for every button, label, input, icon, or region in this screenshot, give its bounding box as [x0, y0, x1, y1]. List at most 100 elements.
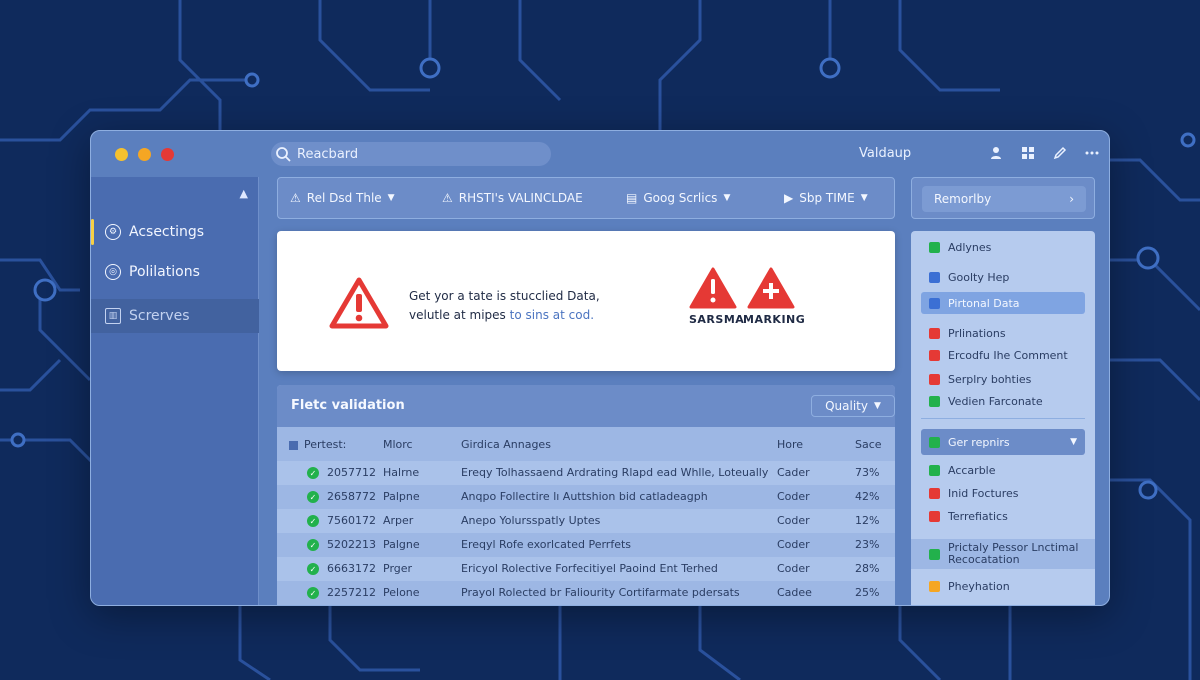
right-item-label: Adlynes [948, 240, 992, 254]
chevron-down-icon: ▼ [387, 193, 395, 203]
window-controls [115, 148, 174, 161]
right-item-label: Pirtonal Data [948, 296, 1020, 310]
table-row[interactable]: ✓ 2257212 Pelone Prayol Rolected br Faliour… [277, 581, 895, 605]
table-row[interactable]: ✓ 2057712 Halrne Ereqy Tolhassaend Ardratin… [277, 461, 895, 485]
chevron-right-icon: › [1069, 192, 1074, 206]
status-square-icon [929, 349, 940, 361]
right-item-label: Goolty Hep [948, 270, 1010, 284]
chevron-down-icon: ▼ [860, 193, 868, 203]
row-name: Prger [383, 562, 413, 575]
right-list-item[interactable]: Pheyhation [921, 575, 1085, 597]
right-group-item[interactable]: Accarble [921, 459, 1085, 481]
right-block-item[interactable]: Prictaly Pessor Lnctimal Recocatation [911, 539, 1095, 569]
right-list-item[interactable]: Vedien Farconate [921, 390, 1085, 412]
warning-label-marking: MARKING [743, 313, 806, 326]
row-score: 12% [855, 514, 880, 527]
alert-card: Get yor a tate is stucclied Data, velutl… [277, 231, 895, 371]
row-type: Cader [777, 466, 810, 479]
right-list-item[interactable]: Adlynes [921, 236, 1085, 258]
sidebar-item-label: Acsectings [129, 224, 205, 240]
column-header[interactable]: Hore [777, 438, 803, 451]
right-item-label: Inid Foctures [948, 486, 1019, 500]
more-icon[interactable] [1083, 144, 1101, 162]
sidebar-item-polilations[interactable]: ◎ Polilations [91, 255, 259, 289]
minimize-button[interactable] [115, 148, 128, 161]
row-name: Pelone [383, 586, 420, 599]
alert-message-accent: to sins at cod. [509, 308, 595, 322]
row-name: Palgne [383, 538, 420, 551]
right-item-label: Serplry bohties [948, 372, 1032, 386]
toolbar-item-label: Goog Scrlics [643, 191, 718, 205]
table-row[interactable]: ✓ 5202213 Palgne Ereqyl Rofe exorlcated Per… [277, 533, 895, 557]
quality-dropdown[interactable]: Quality ▼ [811, 395, 895, 417]
column-header[interactable]: Girdica Annages [461, 438, 551, 451]
document-icon: ▤ [626, 191, 638, 205]
row-id: 2057712 [327, 466, 376, 479]
search-value: Reacbard [297, 146, 359, 162]
maximize-button[interactable] [138, 148, 151, 161]
status-square-icon [929, 327, 940, 339]
status-square-icon [929, 436, 940, 448]
table-row[interactable]: ✓ 7560172 Arper Anepo Yolursspatly Uptes Cod… [277, 509, 895, 533]
table-row[interactable]: ✓ 6663172 Prger Ericyol Rolective Forfeciti… [277, 557, 895, 581]
check-circle-icon: ✓ [307, 539, 319, 551]
sidebar-item-screrves[interactable]: ▥ Screrves [91, 299, 259, 333]
right-list-item[interactable]: Goolty Hep [921, 266, 1085, 288]
right-list-item[interactable]: Ercodfu Ihe Comment [921, 344, 1085, 366]
toolbar-item-rhsti-valincldae[interactable]: ⚠ RHSTI's VALINCLDAE [442, 191, 583, 205]
close-button[interactable] [161, 148, 174, 161]
settings-circle-icon: ⚙ [105, 224, 121, 240]
sidebar-item-acsectings[interactable]: ⚙ Acsectings [91, 215, 259, 249]
toolbar-item-label: RHSTI's VALINCLDAE [458, 191, 583, 205]
row-score: 25% [855, 586, 880, 599]
checkbox-icon[interactable] [289, 440, 298, 450]
column-header[interactable]: Sace [855, 438, 882, 451]
right-panel: Adlynes Goolty Hep Pirtonal Data Prlination… [911, 231, 1095, 605]
right-item-label: Terrefiatics [948, 509, 1008, 523]
right-item-label: Ercodfu Ihe Comment [948, 348, 1068, 362]
column-header[interactable]: Pertest: [289, 438, 346, 451]
row-id: 7560172 [327, 514, 376, 527]
row-description: Anepo Yolursspatly Uptes [461, 514, 601, 527]
status-square-icon [929, 297, 940, 309]
row-score: 42% [855, 490, 880, 503]
chevron-up-icon[interactable]: ▲ [240, 187, 248, 200]
toolbar-item-goog-scrlics[interactable]: ▤ Goog Scrlics ▼ [626, 191, 730, 205]
right-group-item[interactable]: Terrefiatics [921, 505, 1085, 527]
right-group-header[interactable]: Ger repnirs ▼ [921, 429, 1085, 455]
validation-title: Fletc validation [291, 398, 405, 413]
pen-icon[interactable] [1051, 144, 1069, 162]
toolbar-item-rel-dsd-thle[interactable]: ⚠ Rel Dsd Thle ▼ [290, 191, 395, 205]
app-window: Reacbard Valdaup ▲ ⚙ Acsectings ◎ Polila… [90, 130, 1110, 606]
toolbar-item-sbp-time[interactable]: ▶ Sbp TIME ▼ [784, 191, 868, 205]
right-list-item[interactable]: Prlinations [921, 322, 1085, 344]
column-header[interactable]: Mlorc [383, 438, 413, 451]
chevron-down-icon: ▼ [1070, 437, 1077, 447]
warning-label-sarsma: SARSMA [689, 313, 745, 326]
right-item-label: Accarble [948, 463, 996, 477]
row-score: 23% [855, 538, 880, 551]
search-input[interactable]: Reacbard [271, 142, 551, 166]
check-circle-icon: ✓ [307, 467, 319, 479]
grid-icon[interactable] [1019, 144, 1037, 162]
right-panel-header: Remorlby › [911, 177, 1095, 219]
row-name: Arper [383, 514, 414, 527]
status-square-icon [929, 241, 940, 253]
user-icon[interactable] [987, 144, 1005, 162]
right-list-item[interactable]: Serplry bohties [921, 368, 1085, 390]
status-square-icon [929, 548, 940, 560]
toolbar-item-label: Sbp TIME [799, 191, 855, 205]
right-list-item[interactable]: Pirtonal Data [921, 292, 1085, 314]
validation-panel: Fletc validation Quality ▼ Pertest: Mlor… [277, 385, 895, 605]
right-item-label: Pheyhation [948, 579, 1010, 593]
status-square-icon [929, 271, 940, 283]
row-id: 5202213 [327, 538, 376, 551]
status-square-icon [929, 373, 940, 385]
check-circle-icon: ✓ [307, 515, 319, 527]
remorlby-button[interactable]: Remorlby › [922, 186, 1086, 212]
warning-icon: ⚠ [290, 191, 301, 205]
chevron-down-icon: ▼ [723, 193, 731, 203]
chart-icon: ▥ [105, 308, 121, 324]
right-group-item[interactable]: Inid Foctures [921, 482, 1085, 504]
table-row[interactable]: ✓ 2658772 Palpne Anqpo Follectire lı Auttsh… [277, 485, 895, 509]
